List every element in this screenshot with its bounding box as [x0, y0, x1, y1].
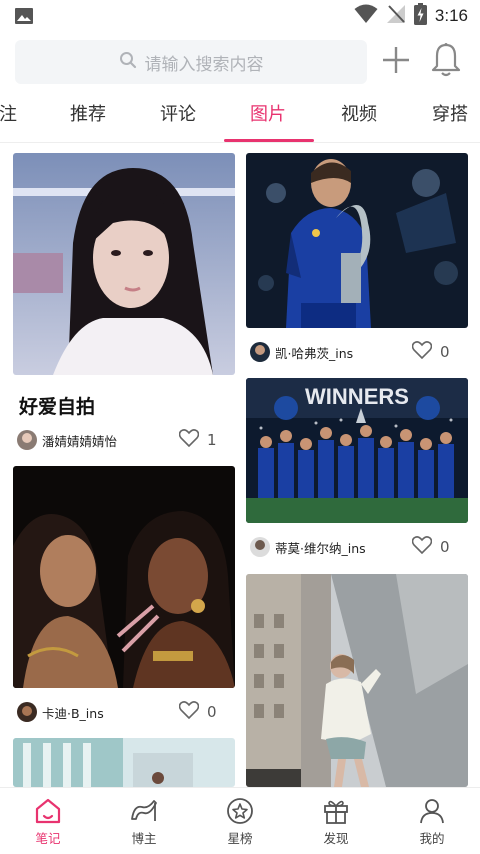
- like-button[interactable]: 0: [411, 340, 450, 364]
- heart-icon: [178, 429, 200, 451]
- author-name: 卡迪·B_ins: [42, 705, 104, 721]
- like-count: 0: [207, 703, 217, 721]
- clock-time: 3:16: [434, 6, 468, 25]
- status-bar: 3:16: [0, 0, 480, 32]
- battery-charging-icon: [413, 3, 427, 29]
- nav-star-chart[interactable]: 星榜: [192, 788, 288, 854]
- street-pose-photo[interactable]: [246, 574, 468, 787]
- bottom-navigation: 笔记 博主 星榜 发现 我的: [0, 787, 480, 854]
- tab-follow[interactable]: 注: [0, 102, 20, 136]
- tab-images[interactable]: 图片: [238, 102, 298, 136]
- post-title[interactable]: 好爱自拍: [19, 392, 95, 419]
- person-icon: [418, 796, 446, 826]
- plus-icon: [381, 45, 411, 79]
- like-count: 0: [440, 343, 450, 361]
- nav-label: 星榜: [227, 831, 253, 846]
- like-button[interactable]: 1: [178, 428, 217, 452]
- team-celebration-photo[interactable]: WINNERS: [246, 378, 468, 523]
- search-input[interactable]: 请输入搜索内容: [15, 40, 367, 84]
- heel-icon: [128, 796, 160, 826]
- nav-label: 我的: [419, 831, 445, 846]
- nav-label: 发现: [323, 831, 349, 846]
- nav-label: 笔记: [35, 831, 61, 846]
- bell-icon: [431, 42, 461, 82]
- selfie-photo[interactable]: [13, 153, 235, 375]
- avatar: [17, 702, 37, 722]
- avatar: [17, 430, 37, 450]
- like-count: 0: [440, 538, 450, 556]
- trophy-player-photo[interactable]: [246, 153, 468, 328]
- add-button[interactable]: [380, 44, 412, 80]
- winners-banner-text: WINNERS: [305, 384, 409, 409]
- star-badge-icon: [226, 796, 254, 826]
- tab-outfits[interactable]: 穿搭: [420, 102, 480, 136]
- nav-label: 博主: [131, 831, 157, 846]
- heart-icon: [411, 536, 433, 558]
- nav-profile[interactable]: 我的: [384, 788, 480, 854]
- avatar: [250, 342, 270, 362]
- tab-videos[interactable]: 视频: [329, 102, 389, 136]
- like-button[interactable]: 0: [411, 535, 450, 559]
- avatar: [250, 537, 270, 557]
- author-name: 潘婧婧婧婧怡: [42, 433, 118, 449]
- nav-bloggers[interactable]: 博主: [96, 788, 192, 854]
- author-name: 凯·哈弗茨_ins: [275, 345, 354, 361]
- post-author[interactable]: 凯·哈弗茨_ins: [250, 340, 353, 364]
- wifi-icon: [354, 4, 378, 28]
- heart-icon: [411, 341, 433, 363]
- nav-discover[interactable]: 发现: [288, 788, 384, 854]
- post-author[interactable]: 蒂莫·维尔纳_ins: [250, 535, 366, 559]
- search-icon: [119, 51, 137, 73]
- nav-notes[interactable]: 笔记: [0, 788, 96, 854]
- gift-icon: [322, 796, 350, 826]
- home-icon: [34, 796, 62, 826]
- city-building-photo[interactable]: [13, 738, 235, 787]
- notification-button[interactable]: [428, 42, 464, 82]
- active-tab-indicator: [224, 139, 314, 142]
- author-name: 蒂莫·维尔纳_ins: [275, 540, 366, 556]
- no-signal-icon: [386, 4, 406, 28]
- duo-portrait-photo[interactable]: [13, 466, 235, 688]
- post-author[interactable]: 潘婧婧婧婧怡: [17, 428, 117, 452]
- tab-comments[interactable]: 评论: [148, 102, 208, 136]
- category-tabs: 注 推荐 评论 图片 视频 穿搭: [0, 96, 480, 143]
- post-author[interactable]: 卡迪·B_ins: [17, 700, 104, 724]
- gallery-icon: [14, 7, 34, 29]
- tab-recommend[interactable]: 推荐: [58, 102, 118, 136]
- heart-icon: [178, 701, 200, 723]
- like-button[interactable]: 0: [178, 700, 217, 724]
- search-placeholder: 请输入搜索内容: [144, 54, 264, 75]
- like-count: 1: [207, 431, 217, 449]
